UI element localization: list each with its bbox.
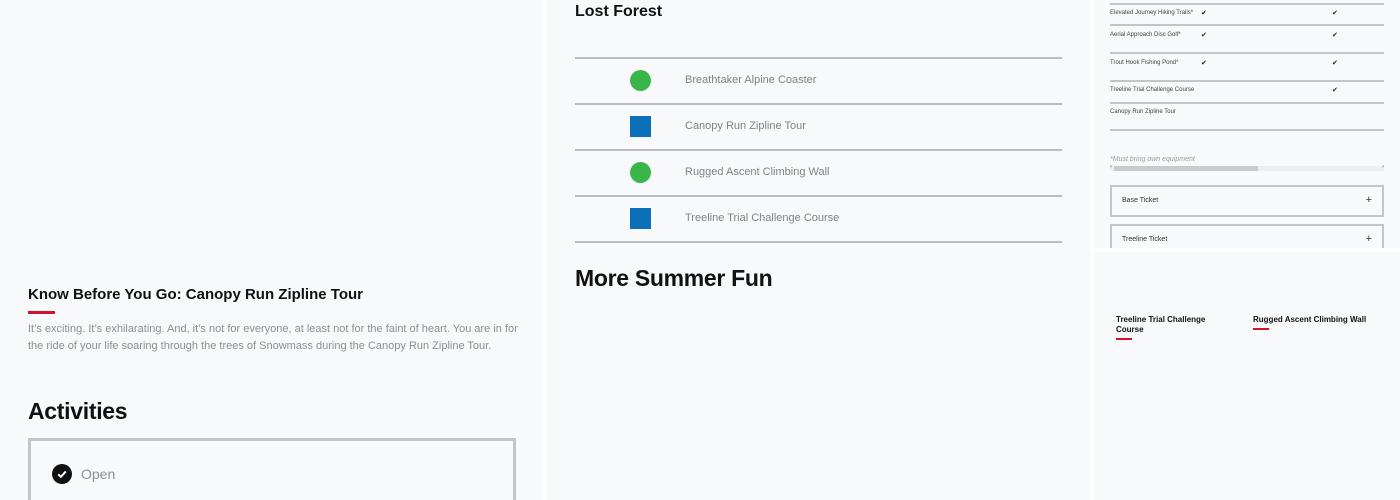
table-row-name: Elevated Journey Hiking Trails*: [1110, 10, 1194, 16]
divider: [575, 241, 1062, 243]
title-accent-bar: [28, 311, 55, 314]
card-accent-bar: [1116, 338, 1132, 340]
check-icon: ✔: [1332, 32, 1338, 39]
activity-ticket-table-panel: Elevated Journey Hiking Trails* ✔ ✔ Aeri…: [1094, 0, 1400, 248]
more-summer-fun-heading: More Summer Fun: [575, 265, 773, 291]
plus-icon[interactable]: +: [1366, 233, 1372, 245]
base-ticket-accordion[interactable]: Base Ticket +: [1110, 185, 1384, 217]
activity-name[interactable]: Rugged Ascent Climbing Wall: [685, 166, 830, 178]
table-row-name: Treeline Trial Challenge Course: [1110, 87, 1195, 93]
divider: [1110, 129, 1384, 131]
ticket-label: Base Ticket: [1122, 197, 1159, 204]
equipment-note: *Must bring own equipment: [1110, 156, 1195, 163]
table-row-name: Canopy Run Zipline Tour: [1110, 109, 1176, 115]
related-activities-panel: Treeline Trial Challenge Course Rugged A…: [1094, 252, 1400, 500]
know-before-you-go-description: It’s exciting. It’s exhilarating. And, i…: [28, 323, 518, 352]
divider: [1110, 24, 1384, 26]
middle-panel: Lost Forest Breathtaker Alpine Coaster C…: [547, 0, 1090, 500]
check-icon: ✔: [1332, 87, 1338, 94]
scroll-right-icon[interactable]: ›: [1382, 164, 1384, 170]
left-panel: Know Before You Go: Canopy Run Zipline T…: [0, 0, 542, 500]
check-icon: ✔: [1332, 60, 1338, 67]
treeline-ticket-accordion[interactable]: Treeline Ticket +: [1110, 224, 1384, 248]
divider: [575, 195, 1062, 197]
card-title[interactable]: Rugged Ascent Climbing Wall: [1253, 315, 1393, 325]
check-icon: ✔: [1332, 10, 1338, 17]
status-label: Open: [81, 466, 116, 482]
check-circle-icon: [52, 464, 72, 484]
divider: [1110, 102, 1384, 104]
know-before-you-go-title: Know Before You Go: Canopy Run Zipline T…: [28, 286, 363, 303]
activity-name[interactable]: Canopy Run Zipline Tour: [685, 120, 806, 132]
table-row-name: Aerial Approach Disc Golf*: [1110, 32, 1181, 38]
ticket-label: Treeline Ticket: [1122, 236, 1168, 243]
scroll-left-icon[interactable]: ‹: [1110, 164, 1112, 170]
check-icon: ✔: [1201, 10, 1207, 17]
card-accent-bar: [1253, 328, 1269, 330]
divider: [575, 103, 1062, 105]
blue-square-icon: [630, 116, 651, 137]
check-icon: ✔: [1201, 32, 1207, 39]
check-icon: ✔: [1201, 60, 1207, 67]
blue-square-icon: [630, 208, 651, 229]
divider: [1110, 80, 1384, 82]
plus-icon[interactable]: +: [1366, 194, 1372, 206]
horizontal-scrollbar[interactable]: ‹ ›: [1110, 164, 1384, 171]
activity-status-box: Open: [28, 438, 516, 500]
divider: [575, 57, 1062, 59]
table-row-name: Trout Hook Fishing Pond*: [1110, 60, 1179, 66]
divider: [1110, 3, 1384, 5]
green-circle-icon: [630, 162, 651, 183]
activity-name[interactable]: Treeline Trial Challenge Course: [685, 212, 839, 224]
green-circle-icon: [630, 70, 651, 91]
lost-forest-title: Lost Forest: [575, 3, 663, 20]
divider: [1110, 52, 1384, 54]
scrollbar-thumb[interactable]: [1114, 166, 1258, 171]
activity-name[interactable]: Breathtaker Alpine Coaster: [685, 74, 816, 86]
card-title[interactable]: Treeline Trial Challenge Course: [1116, 315, 1226, 335]
divider: [575, 149, 1062, 151]
activities-heading: Activities: [28, 398, 128, 424]
